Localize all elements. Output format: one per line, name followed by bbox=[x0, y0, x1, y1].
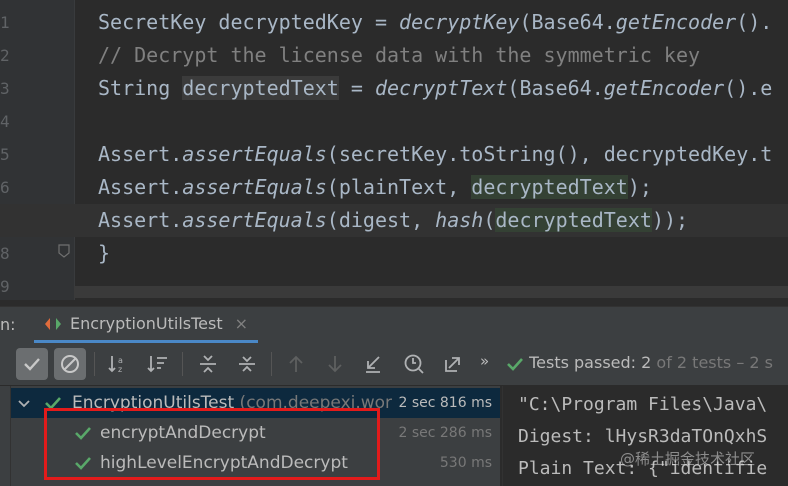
code-line[interactable]: String decryptedText = decryptText(Base6… bbox=[0, 72, 788, 105]
code-comment: // Decrypt the license data with the sym… bbox=[98, 43, 701, 67]
code-token: decryptedText bbox=[182, 76, 339, 100]
sort-alphabetically-button[interactable]: az bbox=[103, 348, 135, 380]
horizontal-scrollbar[interactable] bbox=[74, 286, 788, 298]
show-passed-button[interactable] bbox=[16, 348, 48, 380]
code-token: String bbox=[98, 76, 183, 100]
code-token: ().e bbox=[724, 76, 773, 100]
test-duration: 2 sec 286 ms bbox=[398, 425, 492, 441]
check-icon bbox=[24, 358, 40, 371]
code-token: decryptedText bbox=[471, 175, 628, 199]
tool-window-left-strip bbox=[0, 386, 11, 486]
run-label: n: bbox=[0, 315, 16, 334]
code-token: assertEquals bbox=[182, 208, 327, 232]
code-token: getEncoder bbox=[615, 10, 737, 34]
tests-summary-text: of 2 tests – 2 s bbox=[651, 353, 774, 372]
code-token: (Base64. bbox=[507, 76, 604, 100]
code-line[interactable] bbox=[0, 105, 788, 138]
code-token: hash bbox=[435, 208, 484, 232]
arrow-up-icon bbox=[289, 355, 303, 372]
watermark: @稀土掘金技术社区 bbox=[620, 450, 756, 468]
export-icon bbox=[445, 357, 460, 372]
export-results-button[interactable] bbox=[437, 348, 469, 380]
more-actions-button[interactable]: » bbox=[480, 352, 489, 370]
test-duration: 2 sec 816 ms bbox=[398, 395, 492, 411]
code-line[interactable]: } bbox=[0, 237, 788, 270]
console-line: Digest: lHysR3daTOnQxhS bbox=[518, 426, 768, 447]
code-token: ( bbox=[483, 208, 496, 232]
code-token: (). bbox=[736, 10, 773, 34]
show-ignored-button[interactable] bbox=[54, 348, 86, 380]
code-token: getEncoder bbox=[603, 76, 725, 100]
code-token: Assert. bbox=[98, 142, 183, 166]
expand-all-icon bbox=[200, 355, 216, 373]
check-icon bbox=[507, 357, 523, 371]
tab-title: EncryptionUtilsTest bbox=[70, 314, 223, 333]
code-token: = bbox=[338, 76, 375, 100]
code-line[interactable]: // Decrypt the license data with the sym… bbox=[0, 39, 788, 72]
import-tests-button[interactable] bbox=[357, 348, 389, 380]
toolbar-separator bbox=[271, 352, 272, 376]
code-token: ); bbox=[627, 175, 652, 199]
test-runner-toolbar: az » Tests passed: 2 of 2 tests – 2 s bbox=[0, 343, 788, 385]
code-editor[interactable]: 1 2 3 4 5 6 7 8 9 SecretKey decryptedKey… bbox=[0, 0, 788, 300]
junit-config-icon bbox=[45, 317, 61, 330]
arrow-down-icon bbox=[328, 356, 342, 373]
code-token: decryptText bbox=[374, 76, 508, 100]
code-token: )); bbox=[651, 208, 689, 232]
code-token: } bbox=[98, 241, 111, 265]
code-token: Assert. bbox=[98, 208, 183, 232]
code-line[interactable]: Assert.assertEquals(secretKey.toString()… bbox=[0, 138, 788, 171]
close-icon[interactable]: × bbox=[235, 314, 248, 333]
fold-marker-icon[interactable] bbox=[58, 244, 70, 258]
toolbar-separator bbox=[94, 352, 95, 376]
sort-duration-icon bbox=[147, 356, 167, 373]
code-token: (secretKey.toString(), decryptedKey.t bbox=[326, 142, 773, 166]
code-line-current[interactable]: Assert.assertEquals(digest, hash(decrypt… bbox=[0, 204, 788, 237]
import-icon bbox=[366, 356, 380, 373]
code-line[interactable]: SecretKey decryptedKey = decryptKey(Base… bbox=[0, 6, 788, 39]
test-duration: 530 ms bbox=[439, 455, 492, 471]
tab-encryption-utils-test[interactable]: EncryptionUtilsTest × bbox=[34, 307, 259, 343]
test-history-button[interactable] bbox=[398, 348, 430, 380]
collapse-all-icon bbox=[239, 356, 255, 372]
code-token: SecretKey decryptedKey = bbox=[98, 10, 400, 34]
ignored-icon bbox=[61, 355, 79, 373]
sort-alpha-icon: az bbox=[108, 356, 123, 374]
svg-text:z: z bbox=[118, 365, 122, 374]
toolbar-separator bbox=[182, 352, 183, 376]
expand-all-button[interactable] bbox=[192, 348, 224, 380]
code-token: assertEquals bbox=[182, 175, 327, 199]
code-token: (Base64. bbox=[519, 10, 616, 34]
run-tool-window-header: n: EncryptionUtilsTest × bbox=[0, 306, 788, 344]
tests-passed-text: Tests passed: 2 bbox=[529, 353, 652, 372]
code-token: Assert. bbox=[98, 175, 183, 199]
clock-search-icon bbox=[404, 354, 424, 374]
test-status: Tests passed: 2 of 2 tests – 2 s bbox=[506, 353, 773, 372]
code-token: decryptKey bbox=[399, 10, 520, 34]
previous-failed-button[interactable] bbox=[280, 348, 312, 380]
sort-by-duration-button[interactable] bbox=[142, 348, 174, 380]
code-line[interactable]: Assert.assertEquals(plainText, decrypted… bbox=[0, 171, 788, 204]
code-token: decryptedText bbox=[495, 208, 652, 232]
code-token: (digest, bbox=[326, 208, 436, 232]
svg-text:a: a bbox=[118, 356, 123, 365]
next-failed-button[interactable] bbox=[319, 348, 351, 380]
console-line: "C:\Program Files\Java\ bbox=[518, 394, 768, 415]
chevron-down-icon[interactable] bbox=[18, 399, 30, 409]
console-output[interactable]: "C:\Program Files\Java\ Digest: lHysR3da… bbox=[502, 386, 788, 486]
code-token: assertEquals bbox=[182, 142, 327, 166]
code-token: (plainText, bbox=[326, 175, 472, 199]
highlight-annotation-box bbox=[44, 408, 380, 480]
collapse-all-button[interactable] bbox=[231, 348, 263, 380]
